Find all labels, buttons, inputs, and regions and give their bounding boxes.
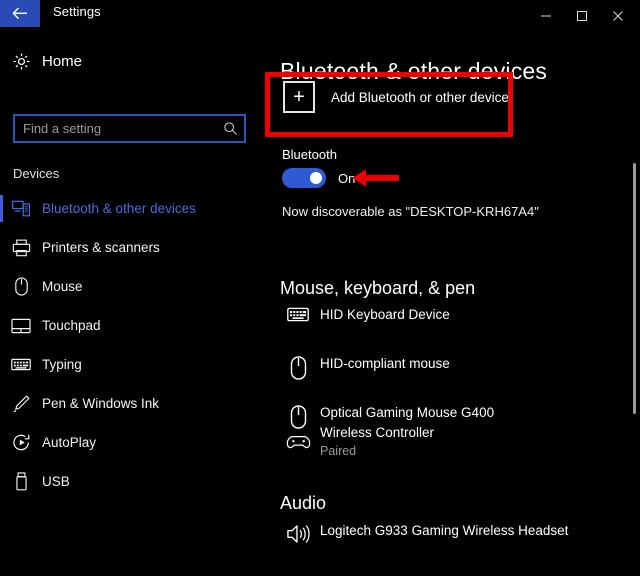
toggle-knob xyxy=(310,172,322,184)
add-bluetooth-or-other-device-button[interactable]: + Add Bluetooth or other device xyxy=(283,81,509,113)
device-text: Logitech G933 Gaming Wireless Headset xyxy=(320,522,568,540)
sidebar-item-usb[interactable]: USB xyxy=(0,462,259,501)
back-button[interactable] xyxy=(0,0,40,27)
bluetooth-toggle[interactable] xyxy=(282,168,326,188)
keyboard-icon xyxy=(280,306,316,322)
maximize-button[interactable] xyxy=(564,2,600,29)
bluetooth-toggle-state: On xyxy=(338,170,356,186)
touchpad-icon xyxy=(0,318,42,334)
device-row[interactable]: Logitech G933 Gaming Wireless Headset xyxy=(280,522,568,545)
keyboard-icon xyxy=(0,358,42,371)
device-text: Optical Gaming Mouse G400 xyxy=(320,404,494,422)
discoverable-status-text: Now discoverable as "DESKTOP-KRH67A4" xyxy=(282,204,539,219)
device-row[interactable]: Wireless Controller Paired xyxy=(280,424,434,460)
selection-indicator xyxy=(0,312,3,339)
sidebar: Home Devices xyxy=(0,31,259,576)
settings-window: Settings Home Find a setting Devices Blu… xyxy=(0,0,640,576)
back-arrow-icon xyxy=(12,7,27,20)
group-title-audio: Audio xyxy=(280,493,327,513)
selection-indicator xyxy=(0,273,3,300)
sidebar-home-label: Home xyxy=(42,52,83,70)
device-row[interactable]: HID Keyboard Device xyxy=(280,306,450,324)
device-name: Wireless Controller xyxy=(320,425,435,440)
device-status: Paired xyxy=(320,444,357,458)
sidebar-item-autoplay[interactable]: AutoPlay xyxy=(0,423,259,462)
usb-icon xyxy=(0,472,42,491)
device-name: HID-compliant mouse xyxy=(320,356,450,371)
device-text: HID Keyboard Device xyxy=(320,306,450,324)
selection-indicator xyxy=(0,429,3,456)
sidebar-item-label: Mouse xyxy=(42,279,83,294)
minimize-button[interactable] xyxy=(528,2,564,29)
device-name: Optical Gaming Mouse G400 xyxy=(320,405,495,420)
gamepad-icon xyxy=(280,424,316,451)
sidebar-nav-list: Bluetooth & other devices Printers & sca… xyxy=(0,189,259,501)
mouse-icon xyxy=(280,355,316,380)
sidebar-item-label: AutoPlay xyxy=(42,435,97,450)
group-title-mouse-keyboard-pen: Mouse, keyboard, & pen xyxy=(280,278,476,298)
close-icon xyxy=(613,10,623,21)
title-bar: Settings xyxy=(0,0,640,31)
bluetooth-toggle-row: On xyxy=(282,168,355,188)
gear-icon xyxy=(0,52,42,71)
selection-indicator xyxy=(0,468,3,495)
speaker-icon xyxy=(280,522,316,545)
sidebar-item-label: Pen & Windows Ink xyxy=(42,396,160,411)
sidebar-item-mouse[interactable]: Mouse xyxy=(0,267,259,306)
sidebar-item-label: USB xyxy=(42,474,70,489)
window-controls xyxy=(528,0,636,31)
sidebar-item-printers-scanners[interactable]: Printers & scanners xyxy=(0,228,259,267)
device-row[interactable]: HID-compliant mouse xyxy=(280,355,450,380)
selection-indicator xyxy=(0,195,3,222)
bluetooth-devices-icon xyxy=(0,200,42,217)
device-name: Logitech G933 Gaming Wireless Headset xyxy=(320,523,569,538)
device-text: Wireless Controller Paired xyxy=(320,424,434,460)
autoplay-icon xyxy=(0,433,42,452)
scrollbar-track[interactable] xyxy=(626,31,640,576)
add-device-label: Add Bluetooth or other device xyxy=(331,89,509,105)
sidebar-item-typing[interactable]: Typing xyxy=(0,345,259,384)
sidebar-item-touchpad[interactable]: Touchpad xyxy=(0,306,259,345)
plus-icon: + xyxy=(283,81,315,113)
close-button[interactable] xyxy=(600,2,636,29)
sidebar-item-label: Touchpad xyxy=(42,318,101,333)
scrollbar-thumb[interactable] xyxy=(633,163,636,414)
search-icon xyxy=(216,121,244,136)
sidebar-item-bluetooth-other-devices[interactable]: Bluetooth & other devices xyxy=(0,189,259,228)
maximize-icon xyxy=(577,10,587,21)
device-text: HID-compliant mouse xyxy=(320,355,450,373)
sidebar-item-label: Bluetooth & other devices xyxy=(42,201,196,216)
device-name: HID Keyboard Device xyxy=(320,307,450,322)
sidebar-item-label: Printers & scanners xyxy=(42,240,160,255)
printer-icon xyxy=(0,239,42,257)
search-input[interactable] xyxy=(15,120,216,137)
sidebar-item-pen-windows-ink[interactable]: Pen & Windows Ink xyxy=(0,384,259,423)
mouse-icon xyxy=(0,277,42,296)
pen-icon xyxy=(0,394,42,413)
sidebar-section-header: Devices xyxy=(13,166,60,181)
sidebar-item-home[interactable]: Home xyxy=(0,44,259,78)
search-box[interactable] xyxy=(13,114,246,143)
selection-indicator xyxy=(0,390,3,417)
selection-indicator xyxy=(0,234,3,261)
minimize-icon xyxy=(541,15,551,16)
sidebar-item-label: Typing xyxy=(42,357,82,372)
window-title: Settings xyxy=(53,4,101,19)
bluetooth-section-label: Bluetooth xyxy=(282,147,337,162)
selection-indicator xyxy=(0,351,3,378)
